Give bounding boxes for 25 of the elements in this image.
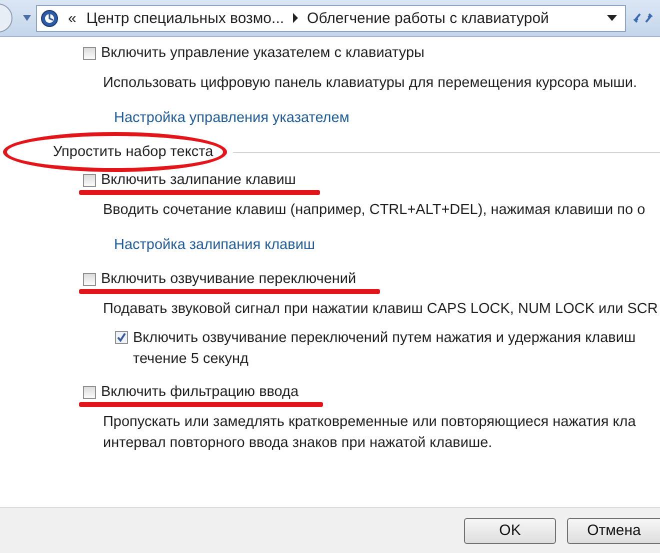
option-label: Включить залипание клавиш: [101, 172, 296, 188]
chevron-icon[interactable]: [292, 13, 300, 23]
option-label: Включить озвучивание переключений путем нажатия и удержания клавиш течение 5 секунд: [133, 329, 636, 369]
checkbox[interactable]: [83, 46, 96, 60]
cancel-button[interactable]: Отмена: [567, 518, 660, 544]
checkbox[interactable]: [115, 331, 128, 344]
breadcrumb[interactable]: Центр специальных возмо...: [86, 10, 284, 26]
description-text: Вводить сочетание клавиш (например, CTRL+ALT+DEL), нажимая клавиши по о: [103, 201, 646, 220]
description-text: Подавать звуковой сигнал при нажатии клавиш CAPS LOCK, NUM LOCK или SCR: [103, 300, 658, 319]
checkbox[interactable]: [83, 174, 96, 186]
breadcrumb[interactable]: Облегчение работы с клавиатурой: [307, 10, 549, 26]
address-bar[interactable]: « Центр специальных возмо... Облегчение работы с клавиатурой: [36, 4, 626, 32]
option-label: Включить управление указателем с клавиатуры: [101, 45, 424, 61]
ok-button[interactable]: OK: [464, 518, 556, 544]
description-text: Использовать цифровую панель клавиатуры для перемещения курсора мыши.: [103, 74, 638, 93]
settings-link[interactable]: Настройка управления указателем: [114, 110, 350, 126]
settings-link[interactable]: Настройка залипания клавиш: [114, 237, 316, 253]
option-label: Включить озвучивание переключений: [101, 271, 356, 287]
checkbox[interactable]: [83, 386, 96, 398]
overflow-button[interactable]: «: [68, 10, 76, 26]
description-text: Пропускать или замедлять кратковременные или повторяющиеся нажатия кла интервал повторного ввода знаков при нажатой клавише.: [103, 413, 636, 453]
dropdown-icon[interactable]: [607, 15, 617, 21]
section-heading: Упростить набор текста: [53, 144, 214, 160]
option-label: Включить фильтрацию ввода: [101, 384, 299, 400]
checkbox[interactable]: [83, 272, 96, 286]
